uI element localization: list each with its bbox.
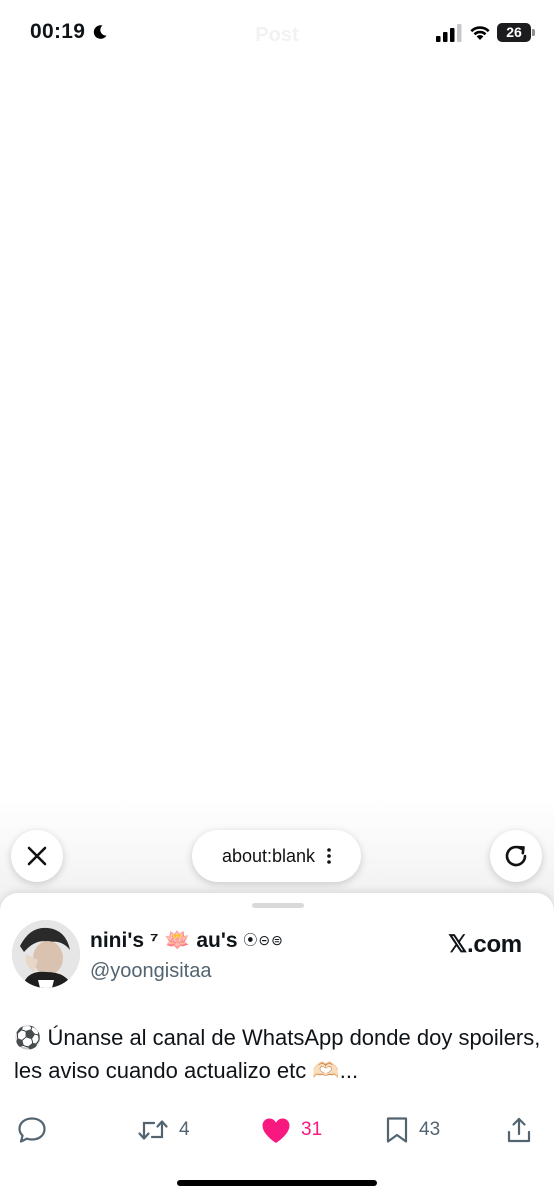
- share-icon: [507, 1117, 531, 1143]
- like-count: 31: [301, 1119, 323, 1140]
- share-button[interactable]: [506, 1115, 532, 1145]
- bookmark-button[interactable]: 43: [385, 1115, 440, 1145]
- x-logo-link[interactable]: 𝕏.com: [448, 930, 522, 959]
- reply-button[interactable]: [17, 1115, 47, 1145]
- bookmark-count: 43: [419, 1119, 441, 1140]
- tweet-card[interactable]: nini's ⁷ 🪷 au's ⦿⊝⊜ @yoongisitaa 𝕏.com ⚽…: [0, 893, 554, 1199]
- url-text: about:blank: [221, 845, 316, 866]
- heart-icon: [262, 1118, 290, 1143]
- display-name-text: nini's ⁷ 🪷 au's: [90, 929, 238, 952]
- battery-indicator: 26: [497, 23, 531, 42]
- repost-count: 4: [179, 1119, 190, 1140]
- more-options-icon[interactable]: [327, 848, 331, 864]
- user-handle[interactable]: @yoongisitaa: [90, 960, 211, 983]
- close-button[interactable]: [11, 830, 63, 882]
- like-button[interactable]: 31: [261, 1115, 322, 1145]
- bookmark-icon: [386, 1117, 408, 1143]
- tweet-actions: 4 31 43: [0, 1115, 554, 1145]
- repost-button[interactable]: 4: [137, 1115, 190, 1145]
- wifi-icon: [470, 26, 490, 40]
- avatar-photo: [12, 920, 80, 988]
- reload-button[interactable]: [490, 830, 542, 882]
- battery-cap: [532, 29, 535, 36]
- reply-icon: [18, 1117, 46, 1143]
- url-bar[interactable]: about:blank: [192, 830, 361, 882]
- close-icon: [27, 846, 47, 866]
- repost-icon: [138, 1120, 168, 1140]
- reload-icon: [505, 845, 527, 867]
- home-indicator[interactable]: [177, 1180, 377, 1186]
- cellular-signal-icon: [436, 24, 462, 42]
- status-bar: 00:19 Post 26: [0, 0, 554, 70]
- display-name[interactable]: nini's ⁷ 🪷 au's ⦿⊝⊜: [90, 929, 284, 953]
- profile-badge-icons: ⦿⊝⊜: [243, 932, 284, 948]
- sheet-grabber[interactable]: [252, 903, 304, 908]
- avatar[interactable]: [12, 920, 80, 988]
- tweet-text[interactable]: ⚽️ Únanse al canal de WhatsApp donde doy…: [14, 1021, 542, 1087]
